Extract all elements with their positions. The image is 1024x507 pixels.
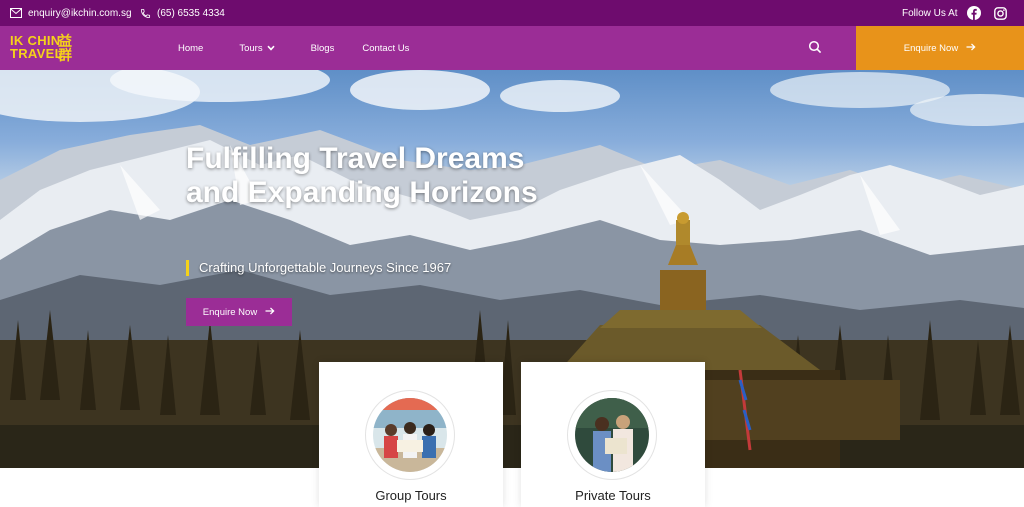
private-tours-card[interactable]: Private Tours — [521, 362, 705, 507]
nav-label-contact: Contact Us — [362, 42, 410, 54]
search-button[interactable] — [808, 40, 824, 56]
hero-title: Fulfilling Travel Dreams and Expanding H… — [186, 142, 538, 209]
instagram-icon — [994, 6, 1007, 20]
header-enquire-label: Enquire Now — [903, 42, 959, 54]
hero-banner: Fulfilling Travel Dreams and Expanding H… — [0, 70, 1024, 468]
nav-label-tours: Tours — [239, 42, 263, 54]
main-navigation: IK CHIN TRAVEL 益群 Home Tours Blogs Conta… — [0, 26, 1024, 70]
mail-icon — [10, 8, 22, 18]
instagram-link[interactable] — [994, 0, 1007, 26]
nav-item-home[interactable]: Home — [178, 43, 203, 54]
nav-label-home: Home — [178, 42, 204, 54]
phone-icon — [140, 8, 151, 19]
hero-background-image — [0, 70, 1024, 468]
facebook-icon — [967, 6, 981, 20]
nav-item-contact[interactable]: Contact Us — [362, 43, 409, 54]
header-enquire-button[interactable]: Enquire Now — [856, 26, 1024, 70]
logo-glyph-bottom: 群 — [58, 47, 73, 63]
arrow-right-icon — [265, 307, 275, 318]
group-tours-card[interactable]: Group Tours — [319, 362, 503, 507]
nav-item-tours[interactable]: Tours — [239, 42, 275, 54]
private-tours-photo — [575, 398, 649, 472]
group-tours-title: Group Tours — [375, 488, 447, 503]
nav-menu: Home Tours Blogs Contact Us — [178, 26, 409, 70]
follow-text: Follow Us At — [902, 7, 958, 19]
site-logo[interactable]: IK CHIN TRAVEL 益群 — [10, 34, 80, 64]
arrow-right-icon — [966, 43, 976, 54]
hero-subtitle: Crafting Unforgettable Journeys Since 19… — [186, 260, 451, 276]
phone-text: (65) 6535 4334 — [157, 7, 225, 19]
email-text: enquiry@ikchin.com.sg — [28, 7, 132, 19]
hero-enquire-button[interactable]: Enquire Now — [186, 298, 292, 326]
nav-item-blogs[interactable]: Blogs — [311, 43, 335, 54]
group-tours-photo — [373, 398, 447, 472]
logo-chinese-mark: 益群 — [58, 34, 72, 62]
nav-label-blogs: Blogs — [310, 42, 335, 54]
search-icon — [808, 40, 822, 58]
private-tours-title: Private Tours — [575, 488, 651, 503]
top-bar: enquiry@ikchin.com.sg (65) 6535 4334 Fol… — [0, 0, 1024, 26]
facebook-link[interactable] — [967, 0, 981, 26]
phone-contact[interactable]: (65) 6535 4334 — [140, 0, 225, 26]
group-tours-image-ring — [365, 390, 455, 480]
hero-enquire-label: Enquire Now — [202, 306, 258, 318]
private-tours-image-ring — [567, 390, 657, 480]
chevron-down-icon — [266, 43, 275, 54]
follow-label: Follow Us At — [902, 0, 958, 26]
email-contact[interactable]: enquiry@ikchin.com.sg — [10, 0, 132, 26]
